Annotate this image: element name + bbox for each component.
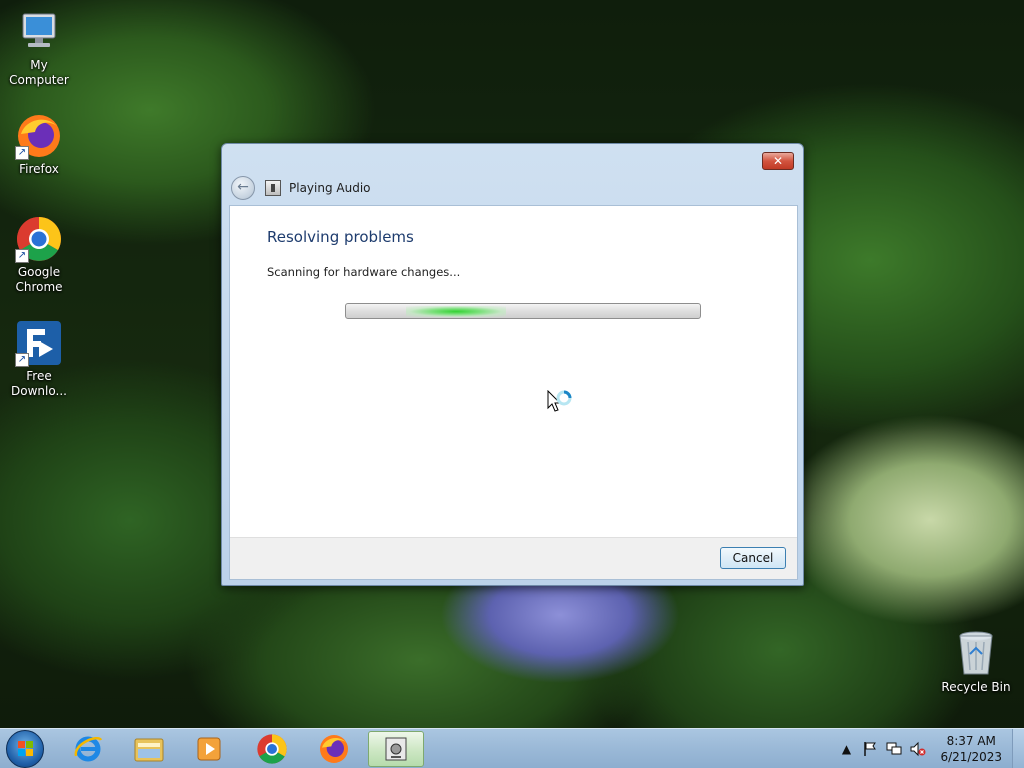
taskbar-media-player[interactable] [181, 731, 237, 767]
computer-icon [15, 8, 63, 56]
internet-explorer-icon [74, 736, 103, 762]
taskbar-firefox[interactable] [306, 731, 362, 767]
back-button[interactable]: ← [231, 176, 255, 200]
desktop-icon-label: Firefox [19, 162, 59, 176]
clock[interactable]: 8:37 AM 6/21/2023 [940, 733, 1002, 765]
chrome-icon [257, 734, 287, 764]
system-tray: ▲ 8:37 AM 6/21/2023 [830, 729, 1024, 768]
volume-muted-icon[interactable] [910, 741, 926, 757]
dialog-nav-bar: ← Playing Audio [231, 175, 371, 201]
shortcut-arrow-icon: ↗ [15, 146, 29, 160]
dialog-title: Playing Audio [289, 181, 371, 195]
taskbar: ▲ 8:37 AM 6/21/2023 [0, 728, 1024, 768]
firefox-icon [320, 735, 348, 763]
progress-marquee [406, 306, 506, 317]
dialog-content: Resolving problems Scanning for hardware… [229, 205, 798, 580]
page-heading: Resolving problems [267, 228, 414, 246]
desktop-icon-label: Free Downlo... [11, 369, 67, 398]
troubleshooter-icon [385, 737, 407, 761]
busy-cursor-icon [547, 390, 572, 412]
media-player-icon [197, 737, 221, 761]
desktop-icon-google-chrome[interactable]: ↗ Google Chrome [0, 215, 78, 295]
clock-date: 6/21/2023 [940, 750, 1002, 764]
shortcut-arrow-icon: ↗ [15, 353, 29, 367]
taskbar-chrome[interactable] [244, 731, 300, 767]
clock-time: 8:37 AM [946, 734, 996, 748]
dialog-footer: Cancel [230, 537, 797, 579]
start-button[interactable] [6, 730, 44, 768]
desktop-icon-recycle-bin[interactable]: Recycle Bin [940, 630, 1012, 695]
shortcut-arrow-icon: ↗ [15, 249, 29, 263]
close-button[interactable]: ✕ [762, 152, 794, 170]
troubleshooter-dialog: ✕ ← Playing Audio Resolving problems Sca… [221, 143, 804, 586]
show-desktop-button[interactable] [1012, 729, 1024, 768]
desktop-icon-label: My Computer [9, 58, 69, 87]
desktop-icon-firefox[interactable]: ↗ Firefox [0, 112, 78, 177]
file-explorer-icon [134, 738, 164, 762]
firefox-icon: ↗ [15, 112, 63, 160]
taskbar-file-explorer[interactable] [121, 731, 177, 767]
chrome-icon: ↗ [15, 215, 63, 263]
cancel-button[interactable]: Cancel [720, 547, 786, 569]
desktop-icon-free-download-manager[interactable]: ↗ Free Downlo... [0, 319, 78, 399]
desktop-icon-my-computer[interactable]: My Computer [0, 8, 78, 88]
network-icon[interactable] [886, 741, 902, 757]
taskbar-troubleshooter[interactable] [368, 731, 424, 767]
free-download-manager-icon: ↗ [15, 319, 63, 367]
status-text: Scanning for hardware changes... [267, 265, 461, 279]
action-center-flag-icon[interactable] [862, 741, 878, 757]
taskbar-internet-explorer[interactable] [60, 731, 116, 767]
troubleshooter-icon [265, 180, 281, 196]
recycle-bin-icon [956, 630, 996, 678]
desktop-icon-label: Recycle Bin [941, 680, 1011, 694]
show-hidden-icons-icon[interactable]: ▲ [838, 741, 854, 757]
windows-logo-icon [18, 741, 34, 757]
desktop-icon-label: Google Chrome [15, 265, 63, 294]
progress-bar [345, 303, 701, 319]
